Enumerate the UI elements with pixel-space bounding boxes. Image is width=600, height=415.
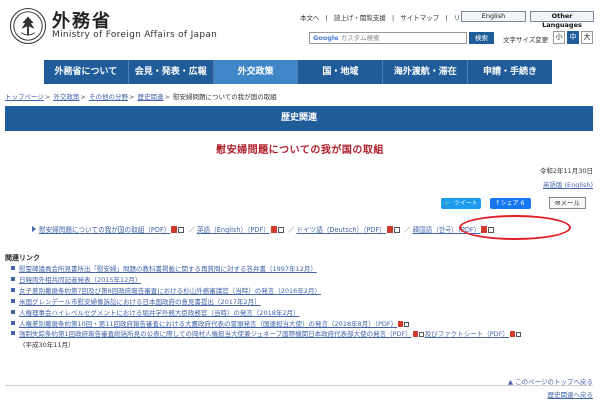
bullet-square-icon bbox=[11, 276, 15, 281]
link-separator: | bbox=[325, 14, 328, 22]
list-item: 人権差別撤廃条約第10回・第11回政府報告審査における大鷹政府代表の冒頭発言（国… bbox=[7, 319, 593, 330]
nav-procedures[interactable]: 申請・手続き bbox=[468, 60, 552, 84]
pdf-icon bbox=[398, 320, 404, 327]
search-button[interactable]: 検索 bbox=[469, 32, 494, 44]
related-link[interactable]: 日韓両外相共同記者発表（2015年12月） bbox=[19, 276, 141, 284]
new-window-icon bbox=[418, 332, 424, 338]
related-link[interactable]: 人権理事会ハイレベルセグメントにおける堀井学外務大臣政務官（当時）の発言（201… bbox=[19, 309, 300, 317]
nav-countries-regions[interactable]: 国・地域 bbox=[298, 60, 384, 84]
bullet-square-icon bbox=[11, 331, 15, 336]
font-size-small-button[interactable]: 小 bbox=[553, 31, 565, 44]
other-languages-button[interactable]: Other Languages bbox=[530, 11, 594, 29]
bullet-square-icon bbox=[11, 287, 15, 292]
list-item: 米国グレンデール市慰安婦像訴訟における日本国政府の意見書提出（2017年2月） bbox=[7, 297, 593, 308]
list-item: 女子差別撤廃条約第7回及び第8回政府報告審査における杉山外務審議官（当時）の発言… bbox=[7, 286, 593, 297]
bullet-square-icon bbox=[11, 320, 15, 325]
list-item: 日韓両外相共同記者発表（2015年12月） bbox=[7, 275, 593, 286]
doc-separator: ／ bbox=[287, 226, 295, 234]
google-logo: Google bbox=[313, 34, 339, 42]
share-label: シェア 6 bbox=[500, 200, 525, 207]
tweet-label: ツイート bbox=[453, 200, 478, 207]
doc-separator: ／ bbox=[403, 226, 411, 234]
bullet-square-icon bbox=[11, 266, 15, 270]
font-size-medium-button[interactable]: 中 bbox=[567, 31, 579, 44]
list-item: 慰霊碑議員会所見書所出「慰安婦」問題の教科書掲載に関する再質問に対する答弁書（1… bbox=[7, 264, 593, 275]
fact-sheet-link[interactable]: 及びファクトシート（PDF） bbox=[425, 330, 509, 338]
related-links-list: 慰霊碑議員会所見書所出「慰安婦」問題の教科書掲載に関する再質問に対する答弁書（1… bbox=[7, 264, 593, 351]
related-link[interactable]: 人権差別撤廃条約第10回・第11回政府報告審査における大鷹政府代表の冒頭発言（国… bbox=[19, 320, 397, 328]
pdf-icon bbox=[509, 331, 515, 338]
related-link[interactable]: 米国グレンデール市慰安婦像訴訟における日本国政府の意見書提出（2017年2月） bbox=[19, 298, 261, 306]
pdf-icon bbox=[412, 331, 418, 338]
bullet-square-icon bbox=[11, 298, 15, 303]
list-item: 人権理事会ハイレベルセグメントにおける堀井学外務大臣政務官（当時）の発言（201… bbox=[7, 308, 593, 319]
nav-about-mofa[interactable]: 外務省について bbox=[44, 60, 129, 84]
link-separator: | bbox=[445, 14, 448, 22]
list-item-continuation: （平成30年11月） bbox=[19, 341, 75, 350]
list-item: 強制失踪条約第1回政府報告審査総括所見の公表に際しての岡村人権担当大使兼ジュネー… bbox=[7, 329, 593, 340]
new-window-icon bbox=[178, 227, 185, 233]
site-header: 外務省 Ministry of Foreign Affairs of Japan… bbox=[0, 0, 600, 55]
search-input[interactable]: Google カスタム検索 bbox=[309, 32, 467, 44]
related-links-heading: 関連リンク bbox=[5, 254, 40, 262]
bullet-arrow-icon bbox=[32, 226, 36, 232]
accessibility-link[interactable]: 読上げ・閲覧支援 bbox=[334, 14, 386, 22]
new-window-icon bbox=[515, 332, 521, 338]
new-window-icon bbox=[393, 227, 400, 233]
mail-button[interactable]: ✉メール bbox=[549, 197, 586, 209]
publish-date: 令和2年11月30日 bbox=[539, 167, 593, 175]
search-placeholder: カスタム検索 bbox=[340, 34, 380, 42]
nav-press[interactable]: 会見・発表・広報 bbox=[129, 60, 214, 84]
breadcrumb-top[interactable]: トップページ bbox=[5, 93, 44, 101]
pdf-icon bbox=[270, 226, 277, 233]
global-nav: 外務省について 会見・発表・広報 外交政策 国・地域 海外渡航・滞在 申請・手続… bbox=[44, 60, 552, 84]
section-heading: 歴史関連 bbox=[5, 106, 593, 131]
footer-divider bbox=[5, 385, 593, 386]
paulownia-emblem-icon[interactable] bbox=[10, 8, 46, 44]
page-title: 慰安婦問題についての我が国の取組 bbox=[216, 145, 384, 156]
related-link[interactable]: 女子差別撤廃条約第7回及び第8回政府報告審査における杉山外務審議官（当時）の発言… bbox=[19, 287, 321, 295]
new-window-icon bbox=[404, 321, 410, 327]
pdf-icon bbox=[171, 226, 178, 233]
bullet-square-icon bbox=[11, 309, 15, 314]
skip-to-content-link[interactable]: 本文へ bbox=[300, 14, 320, 22]
english-button[interactable]: English bbox=[461, 11, 526, 22]
doc-link-english[interactable]: 英語（English）（PDF） bbox=[197, 226, 270, 234]
nav-travel[interactable]: 海外渡航・滞在 bbox=[383, 60, 469, 84]
font-size-label: 文字サイズ変更 bbox=[503, 36, 549, 44]
related-link[interactable]: 慰霊碑議員会所見書所出「慰安婦」問題の教科書掲載に関する再質問に対する答弁書（1… bbox=[19, 265, 317, 273]
doc-link-japanese[interactable]: 慰安婦問題についての我が国の取組（PDF） bbox=[39, 226, 170, 234]
breadcrumb-current: 慰安婦問題についての我が国の取組 bbox=[173, 93, 277, 101]
facebook-share-button[interactable]: f シェア 6 bbox=[490, 198, 531, 209]
pdf-icon bbox=[386, 226, 393, 233]
link-separator: | bbox=[391, 14, 395, 22]
breadcrumb: トップページ> 外交政策> その他の分野> 歴史関連> 慰安婦問題についての我が… bbox=[5, 91, 277, 101]
breadcrumb-history[interactable]: 歴史関連 bbox=[137, 93, 163, 101]
breadcrumb-other-fields[interactable]: その他の分野 bbox=[89, 93, 128, 101]
nav-foreign-policy[interactable]: 外交政策 bbox=[213, 60, 299, 84]
breadcrumb-foreign-policy[interactable]: 外交政策 bbox=[53, 93, 79, 101]
document-links: 慰安婦問題についての我が国の取組（PDF）／英語（English）（PDF）／ド… bbox=[32, 224, 496, 234]
utility-links: 本文へ | 読上げ・閲覧支援 | サイトマップ | リンク集 bbox=[300, 12, 484, 22]
new-window-icon bbox=[277, 227, 284, 233]
breadcrumb-separator: > bbox=[44, 93, 51, 101]
related-link[interactable]: 強制失踪条約第1回政府報告審査総括所見の公表に際しての岡村人権担当大使兼ジュネー… bbox=[19, 330, 412, 338]
breadcrumb-separator: > bbox=[80, 93, 86, 101]
sitemap-link[interactable]: サイトマップ bbox=[400, 14, 439, 22]
breadcrumb-separator: > bbox=[164, 93, 170, 101]
doc-link-german[interactable]: ドイツ語（Deutsch）（PDF） bbox=[296, 226, 385, 234]
facebook-icon: f bbox=[496, 200, 499, 207]
tweet-button[interactable]: 🐦 ツイート bbox=[441, 198, 481, 209]
doc-separator: ／ bbox=[188, 226, 195, 234]
breadcrumb-separator: > bbox=[128, 93, 135, 101]
highlight-annotation bbox=[459, 215, 571, 240]
english-version-link[interactable]: 英語版 (English) bbox=[543, 179, 593, 189]
site-title-en[interactable]: Ministry of Foreign Affairs of Japan bbox=[52, 30, 217, 40]
mail-label: メール bbox=[560, 199, 580, 207]
font-size-large-button[interactable]: 大 bbox=[581, 31, 593, 44]
back-to-history-link[interactable]: 歴史関連へ戻る bbox=[548, 389, 594, 399]
